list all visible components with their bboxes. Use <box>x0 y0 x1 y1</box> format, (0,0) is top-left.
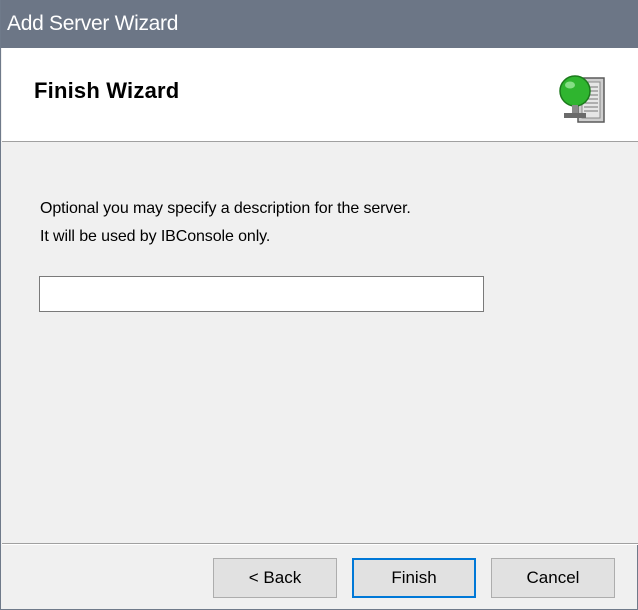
server-globe-icon <box>559 75 605 123</box>
wizard-window: Add Server Wizard Finish Wizard Optional… <box>0 0 638 610</box>
window-title: Add Server Wizard <box>7 12 179 35</box>
wizard-content: Optional you may specify a description f… <box>2 142 638 544</box>
wizard-header: Finish Wizard <box>2 48 638 142</box>
server-description-input[interactable] <box>39 276 484 312</box>
finish-button[interactable]: Finish <box>352 558 476 598</box>
title-bar[interactable]: Add Server Wizard <box>1 0 638 48</box>
back-button[interactable]: < Back <box>213 558 337 598</box>
footer-divider <box>2 543 638 545</box>
page-title: Finish Wizard <box>34 78 180 103</box>
cancel-button[interactable]: Cancel <box>491 558 615 598</box>
description-label-line2: It will be used by IBConsole only. <box>40 228 271 245</box>
description-label-line1: Optional you may specify a description f… <box>40 200 411 217</box>
